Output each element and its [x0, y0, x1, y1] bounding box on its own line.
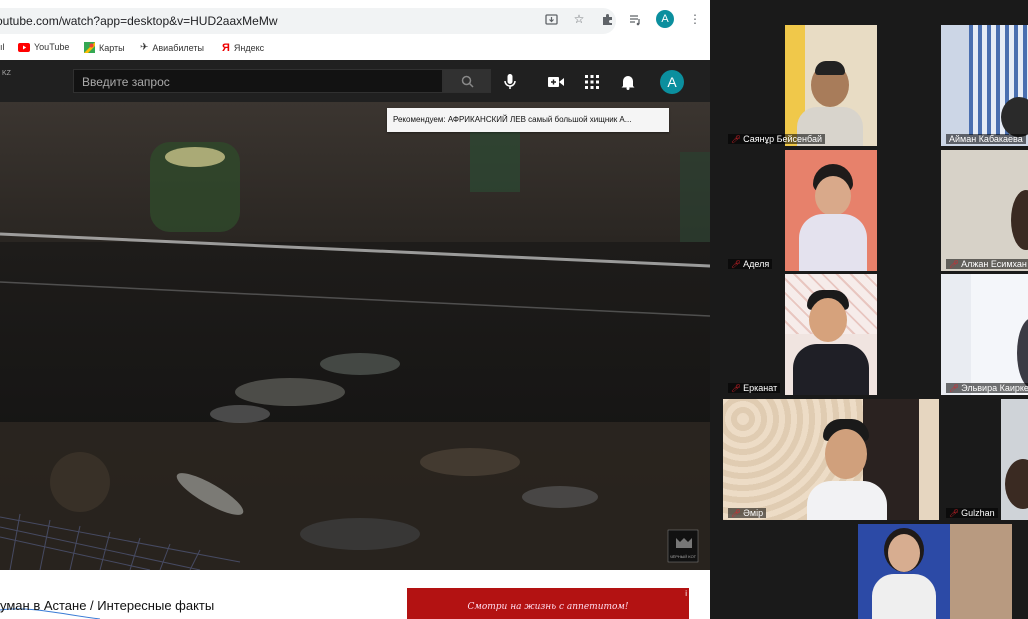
plane-icon: ✈ — [140, 42, 149, 53]
participant-video — [941, 274, 1028, 395]
maps-icon — [84, 42, 95, 53]
mic-muted-icon: 🎤︎ — [949, 259, 960, 269]
install-app-icon[interactable] — [544, 12, 558, 26]
video-title[interactable]: уман в Астане / Интересные факты — [0, 598, 214, 613]
video-player[interactable]: ЧЁРНЫЙ КОТ Рекомендуем: АФРИКАНСКИЙ ЛЕВ … — [0, 102, 710, 570]
youtube-header-icons: A — [500, 70, 700, 94]
mic-muted-icon: 🎤︎ — [731, 259, 742, 269]
url-text[interactable]: outube.com/watch?app=desktop&v=HUD2aaxMe… — [0, 14, 277, 28]
notifications-bell-icon[interactable] — [618, 72, 638, 92]
video-frame: ЧЁРНЫЙ КОТ — [0, 102, 710, 570]
zoom-gallery: 🎤︎ Саянұр Бейсенбай Айман Кабакаева 🎤︎ Аде… — [710, 0, 1028, 619]
mic-muted-icon: 🎤︎ — [949, 508, 960, 518]
extensions-icon[interactable] — [600, 12, 614, 26]
participant-video — [941, 150, 1028, 271]
participant-tile-active[interactable]: 🎤︎ Эльвира Каиркен — [941, 274, 1028, 395]
youtube-icon — [18, 42, 30, 52]
youtube-header: KZ Введите запрос A — [0, 60, 710, 102]
participant-name: 🎤︎ Алжан Есимхан — [946, 259, 1028, 269]
participant-video — [723, 399, 939, 520]
bookmark-fragment[interactable]: ıl — [0, 42, 5, 52]
ad-text: Смотри на жизнь с аппетитом! — [467, 602, 629, 612]
participant-tile[interactable]: 🎤︎ Әмір — [723, 399, 939, 520]
mic-muted-icon: 🎤︎ — [731, 508, 742, 518]
bookmark-avia[interactable]: ✈ Авиабилеты — [140, 42, 204, 53]
ad-banner[interactable]: Смотри на жизнь с аппетитом! i — [407, 588, 689, 619]
microphone-icon[interactable] — [500, 72, 520, 92]
participant-name: 🎤︎ Әмір — [728, 508, 767, 518]
bookmark-label: Карты — [99, 42, 125, 53]
participant-tile[interactable]: 🎤︎ Саянұр Бейсенбай — [723, 25, 877, 146]
bookmark-youtube[interactable]: YouTube — [18, 42, 69, 52]
region-label: KZ — [2, 70, 11, 77]
bookmark-yandex[interactable]: Я Яндекс — [222, 42, 264, 54]
recommendation-card[interactable]: Рекомендуем: АФРИКАНСКИЙ ЛЕВ самый больш… — [387, 108, 669, 132]
search-input[interactable]: Введите запрос — [73, 69, 443, 93]
apps-grid-icon[interactable] — [582, 72, 602, 92]
participant-tile[interactable]: 🎤︎ Gulzhan — [941, 399, 1028, 520]
participant-video — [941, 25, 1028, 146]
search-placeholder: Введите запрос — [82, 75, 170, 89]
address-bar-row: outube.com/watch?app=desktop&v=HUD2aaxMe… — [0, 0, 710, 39]
participant-video — [785, 150, 877, 271]
participant-name: 🎤︎ Саянұр Бейсенбай — [728, 134, 826, 144]
participant-tile[interactable]: 🎤︎ Алжан Есимхан — [941, 150, 1028, 271]
participant-video — [858, 524, 1012, 619]
participant-video — [941, 399, 1028, 520]
participant-name: 🎤︎ Эльвира Каиркен — [946, 383, 1028, 393]
bookmark-fragment-label: ıl — [0, 42, 5, 52]
video-info-area: уман в Астане / Интересные факты Смотри … — [0, 570, 710, 619]
mic-muted-icon: 🎤︎ — [949, 383, 960, 393]
participant-tile[interactable]: 🎤︎ Ерканат — [723, 274, 877, 395]
search-button[interactable] — [443, 69, 491, 93]
participant-video — [785, 274, 877, 395]
search-icon — [461, 75, 474, 88]
mic-muted-icon: 🎤︎ — [731, 134, 742, 144]
create-video-icon[interactable] — [546, 72, 566, 92]
bookmark-maps[interactable]: Карты — [84, 42, 125, 53]
bookmark-label: Авиабилеты — [152, 42, 204, 53]
participant-name: 🎤︎ Gulzhan — [946, 508, 998, 518]
watermark-text: ЧЁРНЫЙ КОТ — [670, 554, 697, 559]
browser-window: outube.com/watch?app=desktop&v=HUD2aaxMe… — [0, 0, 710, 619]
participant-tile[interactable]: 🎤︎ Аделя — [723, 150, 877, 271]
participant-name: 🎤︎ Ерканат — [728, 383, 781, 393]
participant-tile[interactable]: Айман Кабакаева — [941, 25, 1028, 146]
ad-info-icon[interactable]: i — [685, 589, 687, 598]
bookmark-star-icon[interactable]: ☆ — [572, 12, 586, 26]
bookmark-label: YouTube — [34, 42, 70, 52]
yandex-icon: Я — [222, 42, 230, 54]
bookmarks-bar: ıl YouTube Карты ✈ Авиабилеты Я Яндекс — [0, 38, 710, 61]
participant-name: 🎤︎ Аделя — [728, 259, 773, 269]
browser-toolbar-icons: ☆ A ⋮ — [544, 10, 702, 28]
participant-video — [785, 25, 877, 146]
browser-menu-icon[interactable]: ⋮ — [688, 12, 702, 26]
bookmark-label: Яндекс — [233, 43, 265, 53]
media-playlist-icon[interactable] — [628, 12, 642, 26]
participant-name: Айман Кабакаева — [946, 134, 1026, 144]
mic-muted-icon: 🎤︎ — [731, 383, 742, 393]
youtube-profile-avatar[interactable]: A — [660, 70, 684, 94]
browser-profile-avatar[interactable]: A — [656, 10, 674, 28]
participant-tile[interactable] — [858, 524, 1012, 619]
